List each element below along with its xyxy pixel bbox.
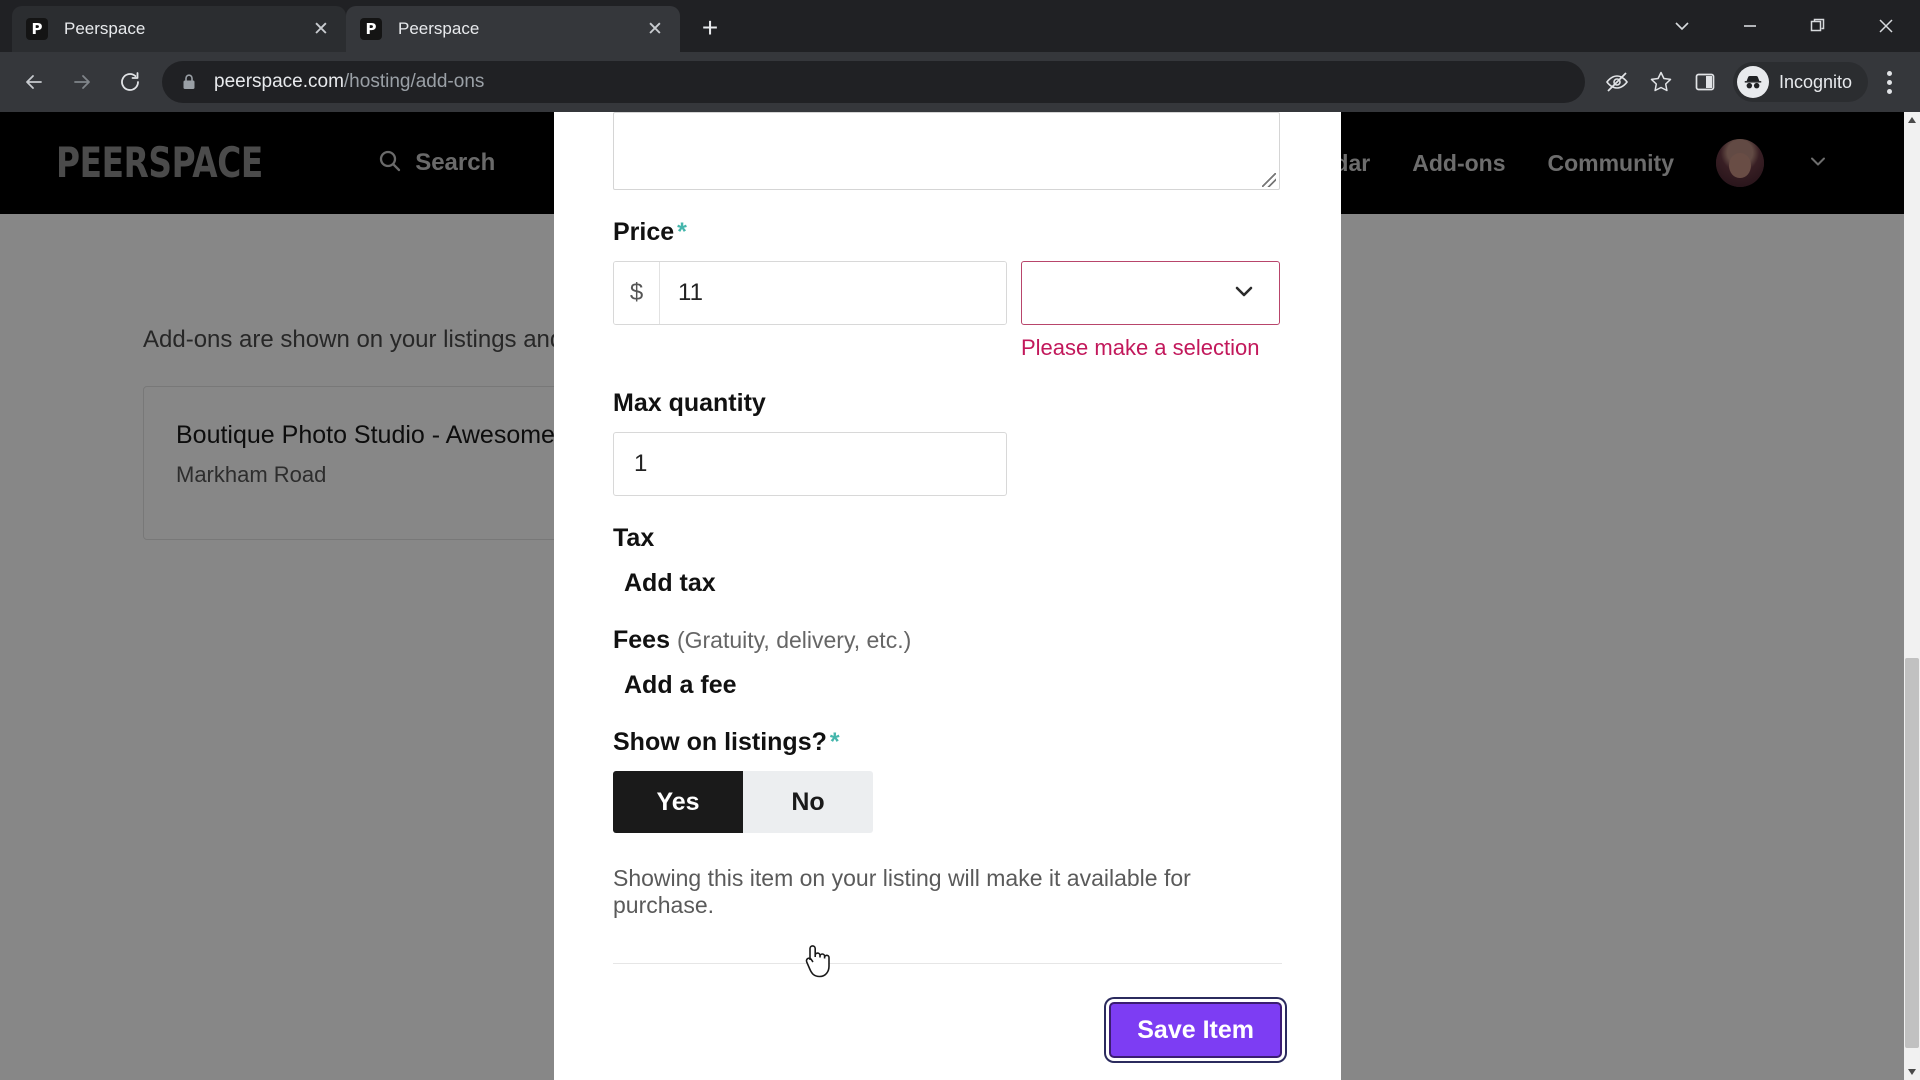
add-fee-button[interactable]: Add a fee [613,671,1282,700]
tab-close-icon[interactable]: ✕ [308,16,334,42]
price-label: Price * [613,218,1282,247]
forward-arrow-icon[interactable] [58,58,106,106]
price-label-text: Price [613,218,675,246]
tab-strip: P Peerspace ✕ P Peerspace ✕ + [0,0,1920,52]
fees-label-note: (Gratuity, delivery, etc.) [676,627,912,653]
show-on-listings-label-text: Show on listings? [613,728,827,756]
profile-label: Incognito [1778,71,1852,92]
tab-favicon-icon: P [360,18,382,40]
modal-divider [613,963,1282,964]
kebab-menu-icon[interactable] [1868,60,1910,104]
page-scrollbar[interactable] [1904,112,1920,1080]
currency-prefix: $ [614,262,660,324]
fees-label: Fees (Gratuity, delivery, etc.) [613,626,1282,655]
star-icon[interactable] [1639,60,1683,104]
tax-label: Tax [613,524,655,552]
lock-icon [178,73,200,91]
tab-favicon-icon: P [26,18,48,40]
address-bar-url: peerspace.com/hosting/add-ons [214,71,484,93]
eye-off-icon[interactable] [1595,60,1639,104]
required-asterisk: * [829,728,840,756]
show-on-listings-label: Show on listings? * [613,728,1282,757]
modal-footer: Save Item [613,1002,1282,1058]
price-unit-select[interactable] [1021,261,1280,325]
tab-title: Peerspace [398,19,480,38]
browser-tab-1[interactable]: P Peerspace ✕ [12,6,346,52]
price-unit-error: Please make a selection [1021,335,1260,360]
price-input[interactable] [660,262,1006,324]
browser-toolbar: peerspace.com/hosting/add-ons Incognito [0,52,1920,112]
add-tax-button[interactable]: Add tax [613,569,1282,598]
scrollbar-thumb[interactable] [1905,658,1919,1048]
page-viewport: Add-ons are shown on your listings and B… [0,112,1920,1080]
save-item-button[interactable]: Save Item [1109,1002,1282,1058]
window-controls [1648,0,1920,52]
textarea-resize-handle-icon[interactable] [1262,173,1276,187]
max-quantity-input[interactable] [613,432,1007,496]
description-textarea[interactable] [613,112,1280,190]
tab-title: Peerspace [64,19,146,38]
reload-icon[interactable] [106,58,154,106]
url-path: /hosting/add-ons [343,71,485,92]
browser-window: P Peerspace ✕ P Peerspace ✕ + peerspace.… [0,0,1920,1080]
show-on-listings-helper-text: Showing this item on your listing will m… [613,865,1191,918]
price-input-group[interactable]: $ [613,261,1007,325]
scroll-down-arrow-icon[interactable] [1904,1064,1920,1080]
side-panel-icon[interactable] [1683,60,1727,104]
price-row: $ Please make a selection [613,261,1282,361]
add-on-item-modal: Price * $ 11 Please make a selection Max… [554,112,1341,1080]
tab-close-icon[interactable]: ✕ [642,16,668,42]
minimize-icon[interactable] [1716,0,1784,52]
toggle-option-no[interactable]: No [743,771,873,833]
scroll-up-arrow-icon[interactable] [1904,112,1920,128]
address-bar[interactable]: peerspace.com/hosting/add-ons [162,61,1585,103]
url-domain: peerspace.com [214,71,344,92]
toggle-option-yes[interactable]: Yes [613,771,743,833]
chevron-down-icon [1231,278,1257,309]
close-icon[interactable] [1852,0,1920,52]
required-asterisk: * [677,218,687,246]
tab-search-chevron-down-icon[interactable] [1648,0,1716,52]
incognito-icon [1736,66,1769,98]
browser-tab-2[interactable]: P Peerspace ✕ [346,6,680,52]
profile-incognito-button[interactable]: Incognito [1732,62,1868,102]
back-arrow-icon[interactable] [10,58,58,106]
restore-icon[interactable] [1784,0,1852,52]
show-on-listings-toggle: Yes No [613,771,873,833]
fees-label-text: Fees [613,626,670,654]
new-tab-button[interactable]: + [688,6,732,50]
max-quantity-label: Max quantity [613,389,766,417]
